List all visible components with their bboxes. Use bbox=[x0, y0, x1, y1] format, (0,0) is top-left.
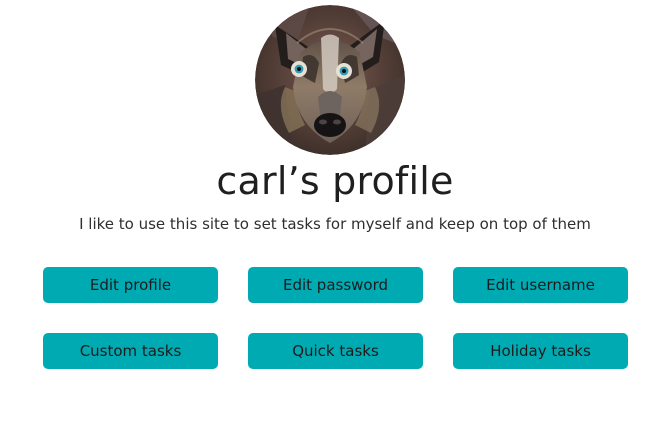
edit-profile-button[interactable]: Edit profile bbox=[43, 267, 218, 303]
custom-tasks-button[interactable]: Custom tasks bbox=[43, 333, 218, 369]
dog-avatar-icon bbox=[255, 5, 405, 155]
holiday-tasks-button[interactable]: Holiday tasks bbox=[453, 333, 628, 369]
quick-tasks-button[interactable]: Quick tasks bbox=[248, 333, 423, 369]
edit-password-button[interactable]: Edit password bbox=[248, 267, 423, 303]
edit-username-button[interactable]: Edit username bbox=[453, 267, 628, 303]
profile-bio: I like to use this site to set tasks for… bbox=[79, 215, 591, 233]
avatar-container bbox=[255, 5, 405, 155]
page-title: carl’s profile bbox=[216, 159, 454, 203]
